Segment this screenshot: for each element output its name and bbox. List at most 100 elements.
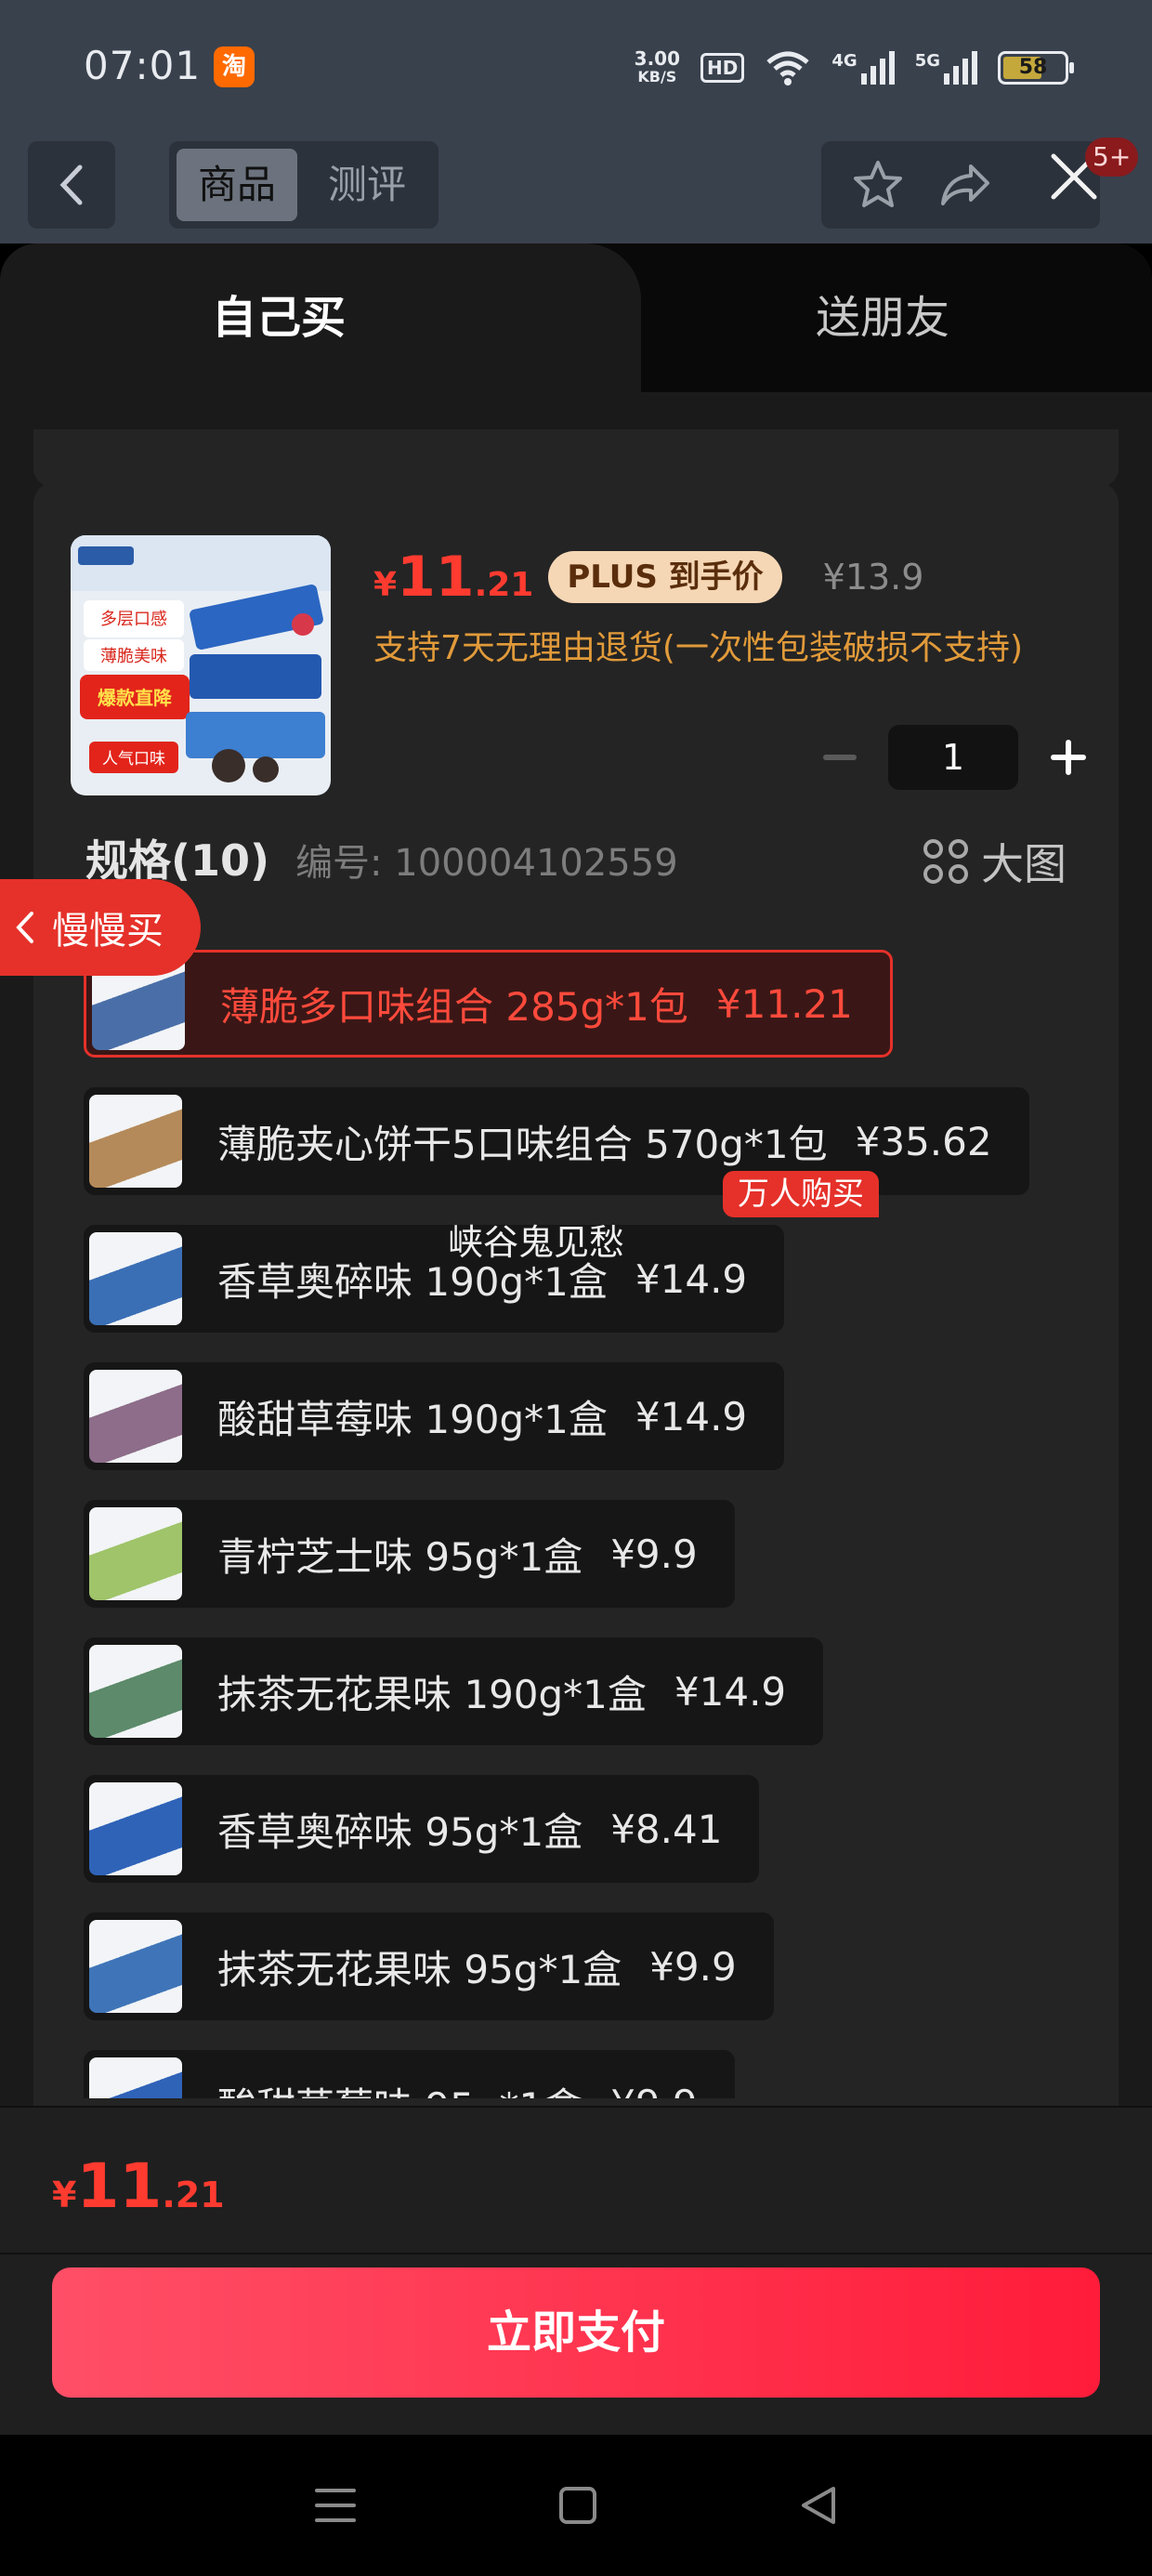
spec-option-price: ¥11.21 [715,980,853,1027]
current-price: ¥11.21 [373,545,533,610]
watermark-text: 峡谷鬼见愁 [448,1222,625,1263]
spec-option[interactable]: 抹茶无花果味 190g*1盒 ¥14.9 [84,1637,824,1745]
thumb-text-3: 爆款直降 [98,687,173,709]
plus-price-tag: PLUS 到手价 [548,551,782,603]
total-integer: 11 [76,2150,163,2222]
battery-level: 58 [1018,56,1048,79]
spec-option-label: 抹茶无花果味 190g*1盒 [217,1671,647,1717]
thumb-text-4: 人气口味 [102,750,165,769]
spec-option-thumbnail [89,2057,182,2098]
spec-option-price: ¥8.41 [610,1806,723,1852]
spec-option[interactable]: 薄脆多口味组合 285g*1包 ¥11.21 [84,950,893,1058]
slow-buy-float-button[interactable]: 慢慢买 [0,879,201,976]
share-icon[interactable] [937,157,993,213]
decrease-button[interactable] [823,755,857,760]
plus-suffix: 到手价 [668,559,764,596]
product-review-switch: 商品 测评 [169,141,439,229]
thumb-text-2: 薄脆美味 [100,647,167,666]
spec-option-label: 青柠芝士味 95g*1盒 [217,1533,583,1580]
tab-self-buy[interactable]: 自己买 [0,243,557,392]
signal-4g-label: 4G [831,51,857,71]
spec-option-price: ¥9.9 [649,1943,737,1990]
spec-option-price: ¥35.62 [855,1118,992,1164]
thumb-text-1: 多层口感 [100,610,167,629]
total-price: ¥11.21 [52,2150,225,2222]
hd-icon: HD [700,53,745,83]
spec-option[interactable]: 青柠芝士味 95g*1盒 ¥9.9 [84,1500,735,1608]
total-currency: ¥ [52,2175,77,2215]
spec-option-price: ¥14.9 [635,1255,748,1302]
spec-option[interactable]: 抹茶无花果味 95g*1盒 ¥9.9 [84,1912,774,2020]
status-time: 07:01 [84,43,202,88]
star-icon[interactable] [850,157,906,213]
back-triangle-icon[interactable] [798,2485,839,2526]
product-image: 多层口感 薄脆美味 爆款直降 人气口味 [71,535,331,795]
big-image-button[interactable]: 大图 [923,831,1067,892]
spec-scroll-area[interactable]: 多层口感 薄脆美味 爆款直降 人气口味 ¥11.21 PLUS 到手价 ¥13.… [33,481,1119,2098]
product-thumbnail[interactable]: 多层口感 薄脆美味 爆款直降 人气口味 [71,535,331,795]
tab-product[interactable]: 商品 [177,149,297,221]
spec-option-thumbnail [89,1782,182,1875]
collapsed-section [33,429,1119,487]
footer-divider [0,2253,1152,2254]
spec-option[interactable]: 香草奥碎味 95g*1盒 ¥8.41 [84,1775,760,1883]
spec-option-price: ¥14.9 [635,1393,748,1439]
grid-icon [923,839,968,884]
spec-option-thumbnail [89,1507,182,1600]
menu-icon[interactable] [313,2485,358,2526]
status-bar: 07:01 淘 3.00 KB/S HD 4G 5G 58 [0,0,1152,139]
spec-option-price: ¥9.9 [610,1531,698,1577]
message-badge: 5+ [1085,138,1139,177]
pay-now-button[interactable]: 立即支付 [52,2267,1100,2398]
product-card: 多层口感 薄脆美味 爆款直降 人气口味 ¥11.21 PLUS 到手价 ¥13.… [33,481,1119,2340]
back-button[interactable] [28,141,115,229]
total-decimal: .21 [162,2175,225,2215]
return-policy-note: 支持7天无理由退货(一次性包装破损不支持) [373,629,1023,667]
background-page: 07:01 淘 3.00 KB/S HD 4G 5G 58 商品 测评 5+ [0,0,1152,243]
spec-option-label: 薄脆夹心饼干5口味组合 570g*1包 [217,1121,828,1167]
chevron-left-icon [16,912,33,943]
net-speed-value: 3.00 [634,47,681,70]
net-speed-unit: KB/S [637,68,677,85]
signal-5g-label: 5G [914,51,940,71]
wifi-icon [766,51,810,85]
spec-option-thumbnail [89,1645,182,1738]
taobao-app-icon: 淘 [214,46,255,87]
spec-option-label: 抹茶无花果味 95g*1盒 [217,1946,622,1992]
system-nav-bar [0,2435,1152,2576]
plus-icon[interactable] [1050,739,1087,776]
battery-icon: 58 [998,51,1074,85]
spec-option-label: 酸甜草莓味 190g*1盒 [217,1396,608,1442]
status-icons: 3.00 KB/S HD 4G 5G 58 [634,45,1074,91]
spec-option[interactable]: 香草奥碎味 190g*1盒 ¥14.9 [84,1225,785,1333]
spec-option-thumbnail [89,1095,182,1188]
quantity-value[interactable]: 1 [888,725,1018,790]
spec-option-thumbnail [89,1920,182,2013]
spec-option[interactable]: 薄脆夹心饼干5口味组合 570g*1包 ¥35.62 [84,1087,1029,1195]
checkout-footer: ¥11.21 立即支付 [0,2106,1152,2435]
product-code: 编号: 100004102559 [295,842,678,885]
price-decimal: .21 [474,566,534,604]
slow-buy-label: 慢慢买 [52,910,164,953]
spec-option-price: ¥14.9 [674,1668,787,1715]
spec-option-thumbnail [89,1232,182,1325]
chevron-left-icon [59,164,83,205]
home-icon[interactable] [557,2485,598,2526]
original-price: ¥13.9 [822,557,924,598]
big-image-label: 大图 [981,839,1067,889]
spec-option-label: 酸甜草莓味 95g*1盒 [217,2076,583,2099]
spec-option-thumbnail [89,1370,182,1463]
signal-4g-icon: 4G [831,51,895,85]
spec-option[interactable]: 酸甜草莓味 95g*1盒 ¥9.9 [84,2050,735,2098]
plus-label: PLUS [567,559,658,596]
spec-option[interactable]: 酸甜草莓味 190g*1盒 ¥14.9 [84,1362,785,1470]
signal-5g-icon: 5G [915,51,977,85]
hot-tag: 万人购买 [723,1171,879,1217]
tab-gift-friend[interactable]: 送朋友 [669,243,1096,392]
tab-review[interactable]: 测评 [307,149,427,221]
spec-option-label: 薄脆多口味组合 285g*1包 [220,983,688,1030]
spec-option-label: 香草奥碎味 95g*1盒 [217,1808,583,1855]
quantity-stepper: 1 [823,725,1087,790]
price-row: ¥11.21 PLUS 到手价 ¥13.9 [373,545,923,610]
spec-option-price: ¥9.9 [610,2082,698,2099]
